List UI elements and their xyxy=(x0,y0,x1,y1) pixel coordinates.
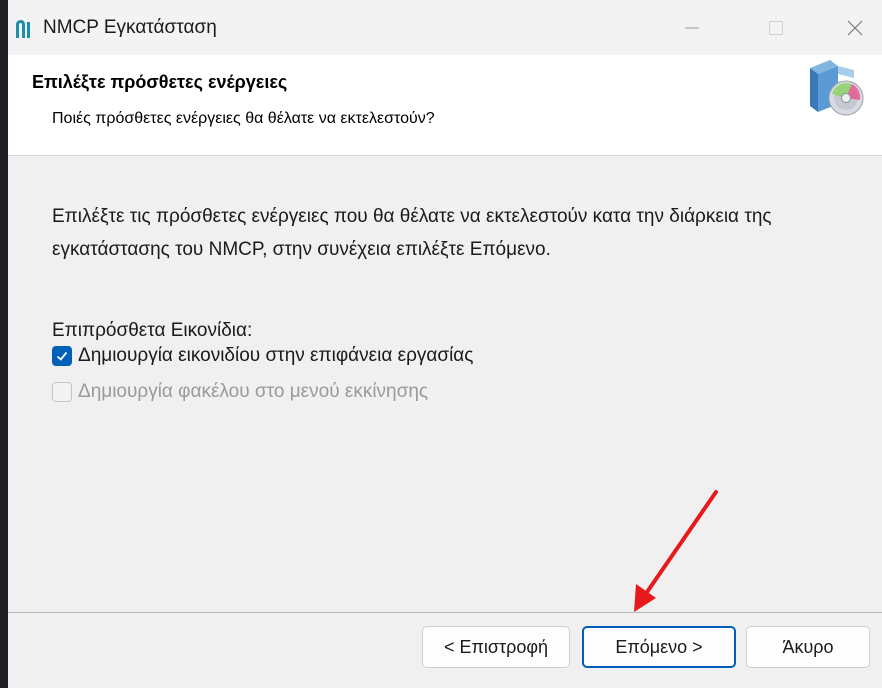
footer-divider xyxy=(8,612,882,613)
close-button[interactable] xyxy=(826,0,882,55)
checkmark-icon xyxy=(56,351,68,361)
window-title: NMCP Εγκατάσταση xyxy=(43,17,217,38)
wizard-header: Επιλέξτε πρόσθετες ενέργειες Ποιές πρόσθ… xyxy=(8,55,882,156)
instructions-text: Επιλέξτε τις πρόσθετες ενέργειες που θα … xyxy=(52,206,772,260)
desktop-icon-option[interactable]: Δημιουργία εικονιδίου στην επιφάνεια εργ… xyxy=(52,345,473,367)
desktop-icon-checkbox[interactable] xyxy=(52,346,72,366)
start-menu-folder-checkbox xyxy=(52,382,72,402)
start-menu-folder-label: Δημιουργία φακέλου στο μενού εκκίνησης xyxy=(78,381,429,402)
title-bar[interactable]: NMCP Εγκατάσταση xyxy=(8,0,882,55)
next-button[interactable]: Επόμενο > xyxy=(582,626,736,668)
minimize-button[interactable] xyxy=(663,0,721,55)
maximize-icon xyxy=(769,20,783,35)
additional-icons-label: Επιπρόσθετα Εικονίδια: xyxy=(52,320,253,341)
back-button[interactable]: < Επιστροφή xyxy=(422,626,570,668)
minimize-icon xyxy=(685,27,699,28)
page-title: Επιλέξτε πρόσθετες ενέργειες xyxy=(32,72,288,92)
cancel-button[interactable]: Άκυρο xyxy=(746,626,870,668)
start-menu-folder-option: Δημιουργία φακέλου στο μενού εκκίνησης xyxy=(52,381,428,403)
maximize-button[interactable] xyxy=(747,0,805,55)
close-icon xyxy=(847,20,863,35)
installer-box-icon xyxy=(810,60,864,116)
page-subtitle: Ποιές πρόσθετες ενέργειες θα θέλατε να ε… xyxy=(52,110,435,127)
desktop-icon-label: Δημιουργία εικονιδίου στην επιφάνεια εργ… xyxy=(78,345,474,366)
installer-window: NMCP Εγκατάσταση Επιλέξτε πρόσθετες ενέρ… xyxy=(8,0,882,688)
nmcp-app-icon xyxy=(16,20,30,38)
